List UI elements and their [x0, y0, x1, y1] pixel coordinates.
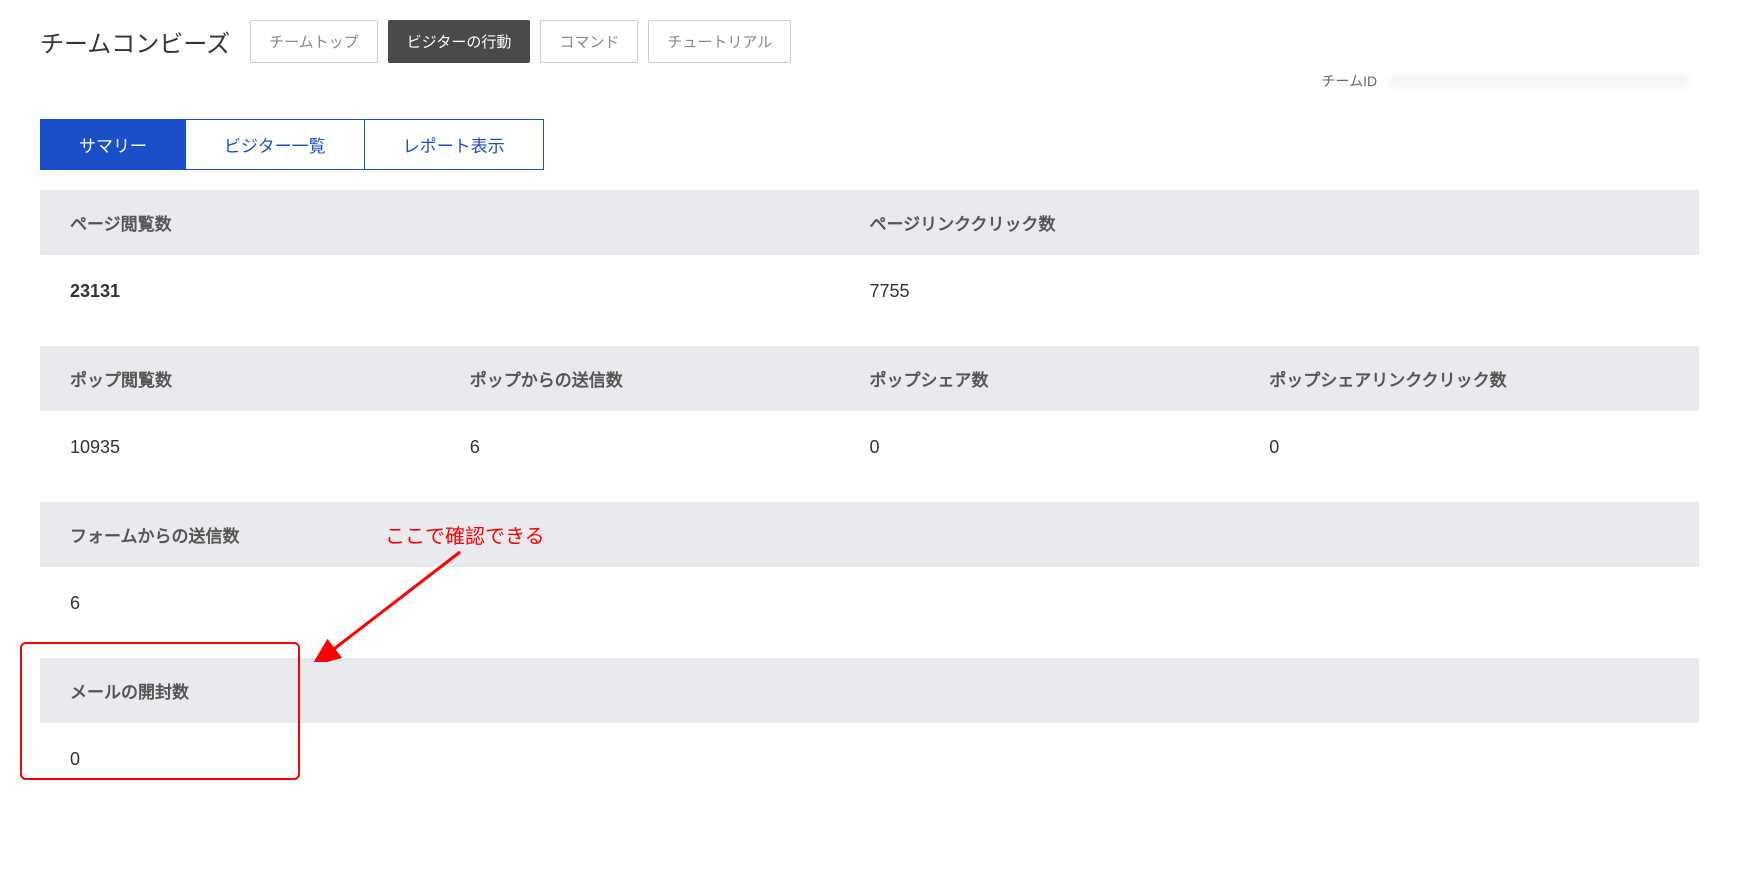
- header-mail-open: メールの開封数: [70, 678, 1669, 703]
- header-pop-share: ポップシェア数: [870, 366, 1270, 391]
- nav-command[interactable]: コマンド: [540, 20, 638, 63]
- summary-section-pop: ポップ閲覧数 ポップからの送信数 ポップシェア数 ポップシェアリンククリック数 …: [40, 346, 1699, 484]
- teamid-label: チームID: [1322, 73, 1378, 89]
- value-pop-share: 0: [870, 437, 1270, 458]
- value-page-views: 23131: [70, 281, 870, 302]
- teamid-row: チームID: [40, 71, 1699, 91]
- value-page-link-clicks: 7755: [870, 281, 1670, 302]
- summary-section-form: フォームからの送信数 6: [40, 502, 1699, 640]
- tab-visitor-list[interactable]: ビジター一覧: [185, 119, 365, 170]
- header-pop-share-link-click: ポップシェアリンククリック数: [1269, 366, 1669, 391]
- nav-tutorial[interactable]: チュートリアル: [648, 20, 791, 63]
- value-pop-share-link-click: 0: [1269, 437, 1669, 458]
- summary-section-mail: メールの開封数 0: [40, 658, 1699, 796]
- value-pop-views[interactable]: 10935: [70, 437, 470, 458]
- header-page-link-clicks: ページリンククリック数: [870, 210, 1670, 235]
- value-mail-open: 0: [70, 749, 1669, 770]
- value-pop-send[interactable]: 6: [470, 437, 870, 458]
- header-pop-views: ポップ閲覧数: [70, 366, 470, 391]
- header-page-views: ページ閲覧数: [70, 210, 870, 235]
- header-row: チームコンビーズ チームトップ ビジターの行動 コマンド チュートリアル: [40, 20, 1699, 63]
- team-title: チームコンビーズ: [40, 24, 230, 59]
- tab-report-view[interactable]: レポート表示: [364, 119, 544, 170]
- summary-section-page: ページ閲覧数 ページリンククリック数 23131 7755: [40, 190, 1699, 328]
- header-form-send: フォームからの送信数: [70, 522, 1669, 547]
- nav-team-top[interactable]: チームトップ: [250, 20, 378, 63]
- header-pop-send: ポップからの送信数: [470, 366, 870, 391]
- tabs: サマリー ビジター一覧 レポート表示: [40, 119, 1699, 170]
- nav-visitor-behavior[interactable]: ビジターの行動: [388, 20, 531, 63]
- teamid-value-blurred: [1389, 75, 1689, 89]
- annotation-text: ここで確認できる: [385, 520, 545, 549]
- value-form-send[interactable]: 6: [70, 593, 1669, 614]
- nav-buttons: チームトップ ビジターの行動 コマンド チュートリアル: [250, 20, 791, 63]
- tab-summary[interactable]: サマリー: [40, 119, 186, 170]
